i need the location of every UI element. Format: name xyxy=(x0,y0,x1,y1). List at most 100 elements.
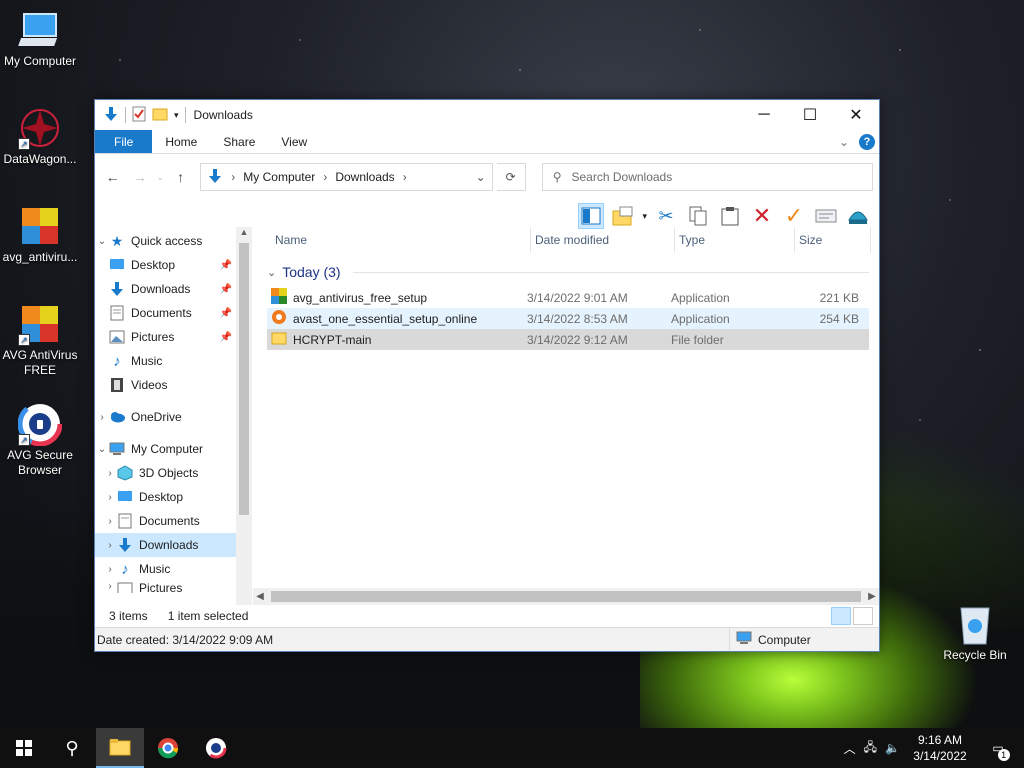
expand-chevron-icon[interactable]: › xyxy=(103,564,117,575)
clock[interactable]: 9:16 AM 3/14/2022 xyxy=(908,732,972,764)
tab-share[interactable]: Share xyxy=(210,130,268,153)
new-folder-icon[interactable] xyxy=(152,107,168,124)
nav-item-desktop[interactable]: Desktop 📌 xyxy=(95,253,236,277)
maximize-button[interactable]: ☐ xyxy=(787,100,833,130)
nav-item-music[interactable]: ♪ Music xyxy=(95,349,236,373)
properties-folder-icon[interactable] xyxy=(610,203,636,229)
desktop-icon-my-computer[interactable]: My Computer xyxy=(0,8,80,69)
minimize-button[interactable]: ─ xyxy=(741,100,787,130)
cloud-icon xyxy=(109,409,125,425)
nav-my-computer[interactable]: ⌄ My Computer xyxy=(95,437,236,461)
show-hidden-icons-chevron-icon[interactable]: ︿ xyxy=(844,740,856,757)
recent-locations-chevron-icon[interactable]: ⌄ xyxy=(155,165,165,189)
windows-logo-icon xyxy=(16,740,32,756)
tab-home[interactable]: Home xyxy=(152,130,210,153)
breadcrumb-downloads[interactable]: Downloads xyxy=(335,170,394,184)
expand-chevron-icon[interactable]: › xyxy=(103,516,117,527)
up-button[interactable]: ↑ xyxy=(169,165,192,189)
desktop-icon-label: AVG AntiVirus FREE xyxy=(2,348,78,377)
address-bar[interactable]: › My Computer › Downloads › ⌄ xyxy=(200,163,493,191)
expand-chevron-icon[interactable]: ⌄ xyxy=(95,236,109,247)
help-icon[interactable]: ? xyxy=(859,133,875,150)
nav-onedrive[interactable]: › OneDrive xyxy=(95,405,236,429)
taskbar-file-explorer[interactable] xyxy=(96,728,144,768)
scroll-up-icon[interactable]: ▲ xyxy=(236,227,252,237)
desktop-icon-avg-installer[interactable]: avg_antiviru... xyxy=(0,204,80,265)
expand-chevron-icon[interactable]: › xyxy=(103,581,117,592)
taskbar-avg-browser[interactable] xyxy=(192,728,240,768)
expand-chevron-icon[interactable]: › xyxy=(95,412,109,423)
search-input[interactable]: ⚲ Search Downloads xyxy=(541,163,874,191)
paste-icon[interactable] xyxy=(717,203,743,229)
nav-quick-access[interactable]: ⌄ ★ Quick access xyxy=(95,229,236,253)
taskbar-chrome[interactable] xyxy=(144,728,192,768)
preview-pane-button[interactable] xyxy=(578,203,605,229)
properties-dropdown-icon[interactable]: ▾ xyxy=(642,211,647,222)
back-button[interactable]: ← xyxy=(101,165,124,189)
action-center-button[interactable]: ▭ 1 xyxy=(980,728,1016,768)
scroll-right-icon[interactable]: ▶ xyxy=(865,591,879,602)
nav-item-documents[interactable]: Documents 📌 xyxy=(95,301,236,325)
avg-browser-icon: ↗ xyxy=(17,401,63,447)
selected-count: 1 item selected xyxy=(167,609,249,623)
column-header-type[interactable]: Type xyxy=(675,227,795,253)
shell-icon[interactable] xyxy=(845,203,871,229)
expand-chevron-icon[interactable]: › xyxy=(103,540,117,551)
large-icons-view-button[interactable] xyxy=(853,607,873,625)
horizontal-scrollbar-thumb[interactable] xyxy=(271,591,861,602)
nav-item-documents-2[interactable]: › Documents xyxy=(95,509,236,533)
expand-ribbon-chevron-icon[interactable]: ⌄ xyxy=(839,135,849,149)
group-header-today[interactable]: ⌄ Today (3) xyxy=(253,257,879,287)
file-row-hcrypt-main[interactable]: HCRYPT-main 3/14/2022 9:12 AM File folde… xyxy=(267,329,869,350)
tab-view[interactable]: View xyxy=(268,130,320,153)
nav-label: Desktop xyxy=(139,490,184,504)
start-button[interactable] xyxy=(0,728,48,768)
close-button[interactable]: ✕ xyxy=(833,100,879,130)
column-header-name[interactable]: Name xyxy=(271,227,531,253)
properties-icon[interactable] xyxy=(132,106,146,125)
column-header-date[interactable]: Date modified xyxy=(531,227,675,253)
expand-chevron-icon[interactable]: ⌄ xyxy=(95,444,109,455)
column-header-size[interactable]: Size xyxy=(795,227,871,253)
forward-button[interactable]: → xyxy=(128,165,151,189)
desktop-icon-avg-antivirus[interactable]: ↗ AVG AntiVirus FREE xyxy=(0,302,80,378)
copy-icon[interactable] xyxy=(685,203,711,229)
volume-icon[interactable]: 🔈 xyxy=(885,741,900,755)
details-view-button[interactable] xyxy=(831,607,851,625)
nav-scrollbar[interactable]: ▲ xyxy=(236,227,252,605)
nav-item-pictures-2[interactable]: › Pictures xyxy=(95,581,236,593)
file-row-avg-setup[interactable]: avg_antivirus_free_setup 3/14/2022 9:01 … xyxy=(267,287,869,308)
nav-item-downloads[interactable]: Downloads 📌 xyxy=(95,277,236,301)
address-dropdown-chevron-icon[interactable]: ⌄ xyxy=(476,170,486,184)
file-size: 254 KB xyxy=(819,311,859,326)
horizontal-scrollbar[interactable]: ◀ ▶ xyxy=(253,588,879,605)
expand-chevron-icon[interactable]: › xyxy=(103,468,117,479)
nav-item-desktop-2[interactable]: › Desktop xyxy=(95,485,236,509)
tab-file[interactable]: File xyxy=(95,130,153,153)
nav-item-3d-objects[interactable]: › 3D Objects xyxy=(95,461,236,485)
file-date: 3/14/2022 9:12 AM xyxy=(527,332,628,347)
desktop-icon-avg-browser[interactable]: ↗ AVG Secure Browser xyxy=(0,401,80,478)
file-row-avast-setup[interactable]: avast_one_essential_setup_online 3/14/20… xyxy=(267,308,869,329)
customize-qat-chevron-icon[interactable]: ▾ xyxy=(174,110,179,121)
breadcrumb-my-computer[interactable]: My Computer xyxy=(243,170,315,184)
desktop-icon-datawagon[interactable]: ↗ DataWagon... xyxy=(0,106,80,167)
rename-check-icon[interactable]: ✓ xyxy=(781,203,807,229)
desktop-icon-recycle-bin[interactable]: Recycle Bin xyxy=(935,602,1015,663)
desktop-icon xyxy=(109,257,125,273)
expand-chevron-icon[interactable]: › xyxy=(103,492,117,503)
delete-icon[interactable]: ✕ xyxy=(749,203,775,229)
nav-item-music-2[interactable]: › ♪ Music xyxy=(95,557,236,581)
nav-item-videos[interactable]: Videos xyxy=(95,373,236,397)
search-button[interactable]: ⚲ xyxy=(48,728,96,768)
refresh-button[interactable]: ⟳ xyxy=(496,163,526,191)
document-icon xyxy=(109,305,125,321)
nav-item-downloads-2[interactable]: › Downloads xyxy=(95,533,236,557)
nav-item-pictures[interactable]: Pictures 📌 xyxy=(95,325,236,349)
collapse-chevron-icon[interactable]: ⌄ xyxy=(267,266,276,279)
cut-icon[interactable]: ✂ xyxy=(653,203,679,229)
properties-card-icon[interactable] xyxy=(813,203,839,229)
network-icon[interactable]: 🖧 xyxy=(864,738,877,759)
nav-scrollbar-thumb[interactable] xyxy=(239,243,249,515)
scroll-left-icon[interactable]: ◀ xyxy=(253,591,267,602)
